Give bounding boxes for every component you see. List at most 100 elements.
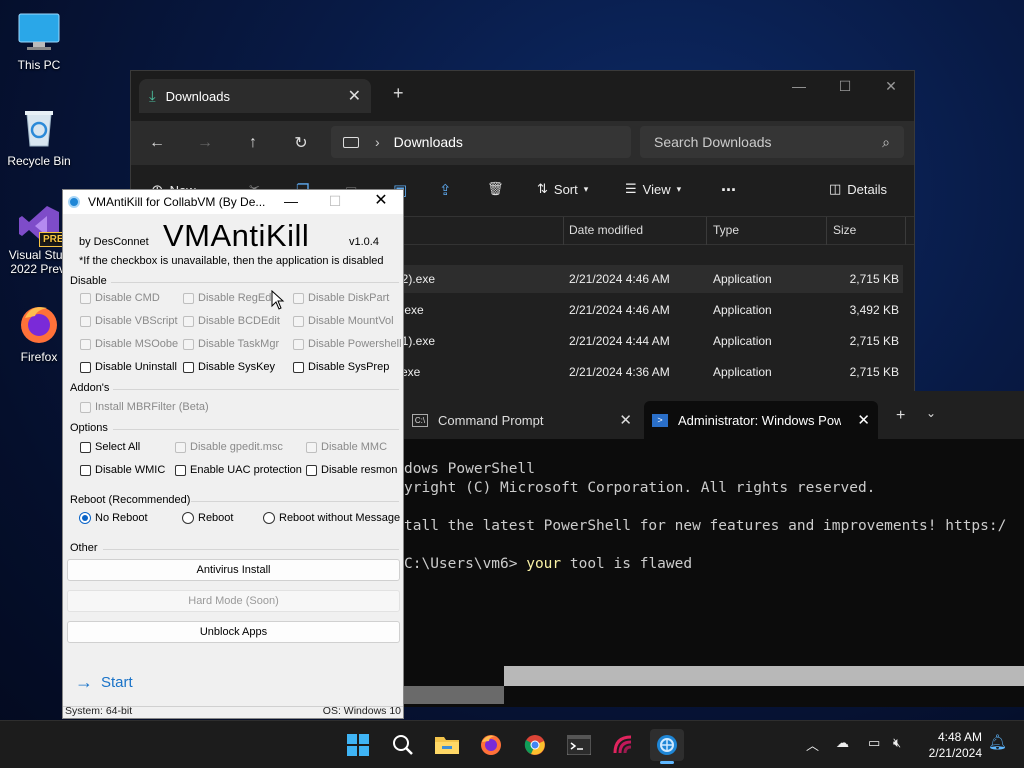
mouse-cursor-icon [271,290,285,310]
radio-reboot[interactable]: Reboot [182,512,233,524]
checkbox-disable-vbscript[interactable]: Disable VBScript [80,315,178,327]
checkbox-disable-wmic[interactable]: Disable WMIC [80,464,165,476]
checkbox-disable-sysprep[interactable]: Disable SysPrep [293,361,389,373]
section-other: Other [70,542,98,554]
arrow-right-icon: → [75,672,93,692]
cmd-icon: C:\ [412,413,428,427]
new-tab-button[interactable]: + [393,83,404,104]
share-icon[interactable]: ⇪ [439,181,452,199]
checkbox-disable-uninstall[interactable]: Disable Uninstall [80,361,177,373]
desktop-icon-label: Visual Stud [8,248,70,262]
search-icon [393,735,413,755]
taskbar-vmantikill[interactable] [650,729,684,764]
checkbox-disable-syskey[interactable]: Disable SysKey [183,361,275,373]
checkbox-disable-msoobe[interactable]: Disable MSOobe [80,338,178,350]
new-tab-button[interactable]: + [896,407,905,425]
back-button[interactable]: ← [133,134,181,152]
sort-button[interactable]: ⇅ Sort ▾ [537,181,588,197]
active-indicator [660,761,674,764]
column-size[interactable]: Size [833,223,856,237]
start-button[interactable]: → Start [75,672,133,693]
details-button[interactable]: ◫ Details [829,181,887,197]
search-icon: ⌕ [882,133,890,150]
hard-mode-button[interactable]: Hard Mode (Soon) [67,590,400,612]
visual-studio-icon: PRE [17,204,68,248]
refresh-button[interactable]: ↻ [277,133,325,153]
search-button[interactable] [386,729,420,761]
system-clock[interactable]: 4:48 AM 2/21/2024 [929,729,982,761]
close-tab-icon[interactable]: ✕ [348,86,361,106]
close-tab-icon[interactable]: ✕ [857,411,870,429]
volume-muted-icon[interactable]: 🔇︎ [893,735,901,751]
network-icon[interactable]: ▭ [868,735,880,751]
tab-dropdown-chevron-icon[interactable]: ⌄ [926,406,936,420]
checkbox-disable-resmon[interactable]: Disable resmon [306,464,397,476]
unblock-apps-button[interactable]: Unblock Apps [67,621,400,643]
taskbar: ︿ ☁ ▭ 🔇︎ 4:48 AM 2/21/2024 🔔︎ [0,720,1024,768]
tab-command-prompt[interactable]: C:\ Command Prompt ✕ [404,401,640,439]
desktop-icon-recycle-bin[interactable]: Recycle Bin [0,106,78,168]
download-icon: ⤓ [149,87,156,105]
clock-time: 4:48 AM [937,730,982,744]
view-icon: ☰ [625,181,637,196]
notification-bell-icon[interactable]: 🔔︎ [988,733,1007,751]
taskbar-file-explorer[interactable] [430,729,464,761]
minimize-button[interactable]: — [271,190,311,212]
desktop-icon-this-pc[interactable]: This PC [0,10,78,72]
tab-powershell[interactable]: > Administrator: Windows Powe ✕ [644,401,878,439]
checkbox-disable-bcdedit[interactable]: Disable BCDEdit [183,315,280,327]
terminal-output[interactable]: dows PowerShell yright (C) Microsoft Cor… [404,439,1024,574]
checkbox-disable-powershell[interactable]: Disable Powershell [293,338,402,350]
checkbox-disable-cmd[interactable]: Disable CMD [80,292,160,304]
desktop-icon-label: Firefox [20,350,58,364]
sort-icon: ⇅ [537,181,548,196]
minimize-button[interactable]: — [776,71,822,103]
checkbox-select-all[interactable]: Select All [80,441,140,453]
checkbox-disable-mmc[interactable]: Disable MMC [306,441,387,453]
tab-title: Downloads [165,88,230,104]
up-button[interactable]: ↑ [229,134,277,152]
taskbar-app-red[interactable] [606,729,640,761]
checkbox-install-mbrfilter[interactable]: Install MBRFilter (Beta) [80,401,209,413]
checkbox-disable-gpedit[interactable]: Disable gpedit.msc [175,441,283,453]
start-menu-button[interactable] [341,729,375,761]
more-options-button[interactable]: ... [721,175,736,196]
column-type[interactable]: Type [713,223,739,237]
explorer-tab-downloads[interactable]: ⤓ Downloads ✕ [139,79,371,113]
window-controls: — ☐ ✕ [776,71,914,103]
terminal-command-text: tool is flawed [561,556,693,572]
terminal-scrollbar[interactable] [404,686,504,704]
taskbar-terminal[interactable] [562,729,596,761]
vmantikill-icon [657,735,677,755]
checkbox-disable-regedit[interactable]: Disable RegEdit [183,292,277,304]
checkbox-disable-diskpart[interactable]: Disable DiskPart [293,292,389,304]
maximize-button[interactable]: ☐ [315,190,355,212]
close-tab-icon[interactable]: ✕ [619,411,632,429]
radio-no-reboot[interactable]: No Reboot [79,512,148,524]
address-bar[interactable]: › Downloads [331,126,631,158]
system-arch-label: System: 64-bit [65,705,133,717]
taskbar-chrome[interactable] [518,729,552,761]
terminal-selection-highlight [504,666,1024,686]
maximize-button[interactable]: ☐ [822,71,868,103]
antivirus-install-button[interactable]: Antivirus Install [67,559,400,581]
checkbox-disable-mountvol[interactable]: Disable MountVol [293,315,394,327]
search-placeholder: Search Downloads [654,134,772,150]
forward-button[interactable]: → [181,134,229,152]
taskbar-firefox[interactable] [474,729,508,761]
checkbox-disable-taskmgr[interactable]: Disable TaskMgr [183,338,279,350]
terminal-icon [567,735,591,755]
close-button[interactable]: ✕ [868,71,914,103]
show-hidden-icons-chevron-icon[interactable]: ︿ [806,735,819,754]
view-button[interactable]: ☰ View ▾ [625,181,681,197]
onedrive-icon[interactable]: ☁ [836,735,849,751]
search-box[interactable]: Search Downloads ⌕ [640,126,904,158]
radio-reboot-without-message[interactable]: Reboot without Message [263,512,400,524]
column-date-modified[interactable]: Date modified [569,223,643,237]
delete-icon[interactable]: 🗑 [487,181,504,197]
close-button[interactable]: ✕ [361,190,401,212]
terminal-command-keyword: your [526,556,562,572]
pc-icon [343,136,359,148]
checkbox-enable-uac-protection[interactable]: Enable UAC protection [175,464,302,476]
disabled-note: *If the checkbox is unavailable, then th… [79,255,384,267]
